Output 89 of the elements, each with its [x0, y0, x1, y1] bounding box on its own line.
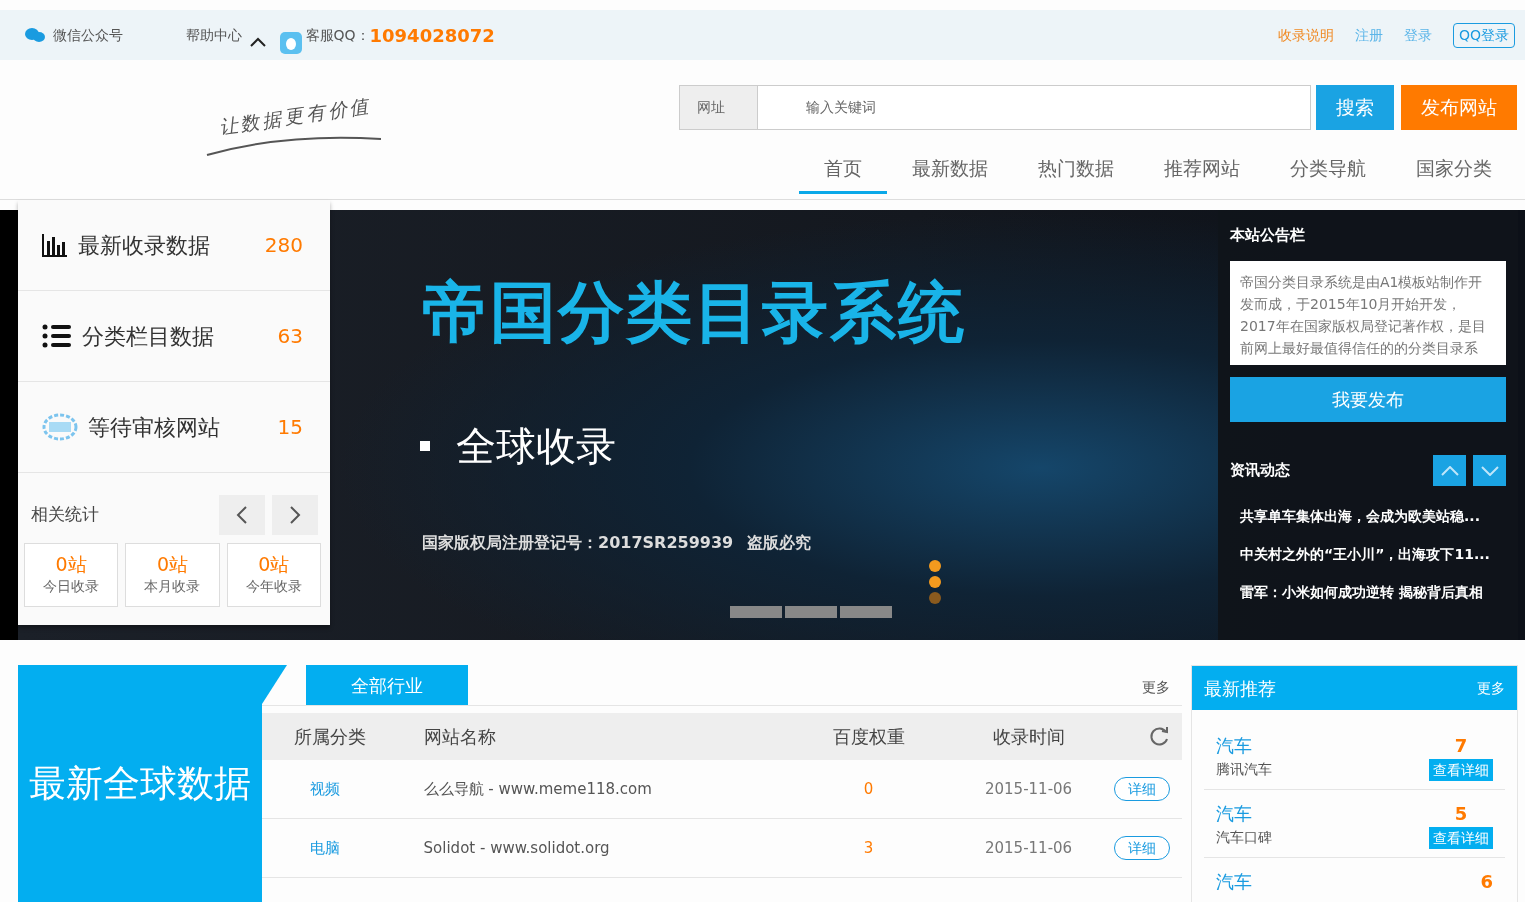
- details-button[interactable]: 详细: [1113, 836, 1170, 860]
- chevron-down-icon: [1480, 465, 1499, 476]
- search-field[interactable]: 网址 输入关键词: [679, 85, 1311, 130]
- stat-caption: 今年收录: [245, 576, 302, 596]
- wechat-icon: [24, 27, 46, 43]
- slogan-text: 让数据更有价值: [216, 93, 374, 140]
- nav-tab[interactable]: 热门数据: [1013, 150, 1139, 194]
- notice-text: 帝国分类目录系统是由A1模板站制作开发而成，于2015年10月开始开发，2017年在国家版权局登记著作权，是目前网上最好最值得信任的的分类目录系: [1230, 260, 1506, 365]
- stat-caption: 今日收录: [43, 576, 100, 596]
- search-button[interactable]: 搜索: [1316, 85, 1394, 130]
- banner-title: 帝国分类目录系统: [422, 280, 967, 346]
- score-value: 6: [1480, 870, 1493, 894]
- category-tab[interactable]: 全部行业: [305, 665, 468, 705]
- site-name: 么么导航 - www.meme118.com: [423, 779, 652, 798]
- qq-login-button[interactable]: QQ登录: [1452, 22, 1515, 48]
- top-link[interactable]: 登录: [1403, 24, 1432, 46]
- nav-tab[interactable]: 国家分类: [1391, 150, 1517, 194]
- column-header: 网站名称: [423, 725, 497, 749]
- next-button[interactable]: [272, 495, 318, 535]
- column-header: 所属分类: [293, 725, 367, 749]
- more-link[interactable]: 更多: [1477, 677, 1505, 699]
- chevron-right-icon: [289, 505, 301, 525]
- caret-up-icon: [250, 37, 266, 47]
- weight-value: 0: [863, 779, 874, 798]
- banner-subtitle: 全球收录: [456, 422, 616, 471]
- score-value: 5: [1454, 802, 1468, 826]
- more-link[interactable]: 更多: [1141, 677, 1170, 698]
- stat-value: 0站: [156, 553, 189, 576]
- chevron-left-icon: [236, 505, 248, 525]
- stat-caption: 本月收录: [144, 576, 201, 596]
- stat-count: 63: [277, 323, 303, 350]
- search-scope-select[interactable]: 网址: [680, 86, 758, 129]
- publish-button[interactable]: 我要发布: [1230, 376, 1506, 422]
- category-link[interactable]: 电脑: [309, 838, 340, 857]
- qq-icon: [280, 32, 302, 54]
- stats-title: 相关统计: [31, 503, 99, 527]
- section-heading: 最新全球数据: [28, 760, 251, 807]
- stat-value: 0站: [258, 553, 290, 576]
- date-text: 2015-11-06: [985, 838, 1073, 857]
- category-link[interactable]: 汽车: [1215, 800, 1272, 827]
- bar-chart-icon: [42, 233, 68, 257]
- category-link[interactable]: 汽车: [1215, 732, 1272, 759]
- wechat-link[interactable]: 微信公众号: [53, 24, 123, 46]
- help-link[interactable]: 帮助中心: [186, 24, 242, 46]
- publish-site-button[interactable]: 发布网站: [1401, 85, 1517, 130]
- nav-tab[interactable]: 首页: [799, 150, 887, 194]
- nav-tab[interactable]: 分类导航: [1265, 150, 1391, 194]
- qq-number: 1094028072: [369, 23, 495, 48]
- category-link[interactable]: 视频: [309, 779, 340, 798]
- top-link[interactable]: 收录说明: [1277, 24, 1334, 46]
- recommend-title: 最新推荐: [1203, 676, 1276, 701]
- news-title: 资讯动态: [1230, 459, 1290, 481]
- score-value: 7: [1454, 734, 1468, 758]
- qq-label: 客服QQ：: [305, 25, 370, 45]
- site-name: 汽车口碑: [1215, 828, 1272, 847]
- nav-tab[interactable]: 推荐网站: [1139, 150, 1265, 194]
- notice-title: 本站公告栏: [1230, 225, 1306, 246]
- news-link[interactable]: 雷军：小米如何成功逆转 揭秘背后真相: [1230, 581, 1506, 603]
- previous-button[interactable]: [219, 495, 265, 535]
- scroll-up-button[interactable]: [1433, 454, 1466, 486]
- scroll-down-button[interactable]: [1473, 454, 1506, 486]
- column-header: 百度权重: [831, 725, 906, 749]
- stat-count: 15: [277, 414, 303, 441]
- category-link[interactable]: 汽车: [1215, 868, 1252, 895]
- list-icon: [42, 324, 72, 348]
- dots-drawing: [928, 560, 942, 604]
- date-text: 2015-11-06: [985, 779, 1073, 798]
- top-link[interactable]: 注册: [1354, 24, 1383, 46]
- bullet-icon: [420, 441, 430, 451]
- view-details-button[interactable]: 查看详细: [1429, 759, 1493, 781]
- nav-tab[interactable]: 最新数据: [887, 150, 1013, 194]
- site-name: Solidot - www.solidot.org: [423, 838, 610, 857]
- column-header: 收录时间: [991, 725, 1066, 749]
- details-button[interactable]: 详细: [1113, 777, 1170, 801]
- stat-value: 0站: [55, 553, 87, 576]
- stamp-icon: [42, 413, 78, 441]
- refresh-icon[interactable]: [1147, 725, 1170, 748]
- stat-label: 分类栏目数据: [82, 322, 214, 351]
- stat-label: 最新收录数据: [78, 231, 210, 260]
- stat-label: 等待审核网站: [88, 413, 220, 442]
- stat-count: 280: [264, 232, 303, 259]
- site-name: 腾讯汽车: [1215, 760, 1272, 779]
- weight-value: 3: [863, 838, 874, 857]
- news-link[interactable]: 中关村之外的“王小川”，出海攻下11...: [1230, 543, 1506, 565]
- chevron-up-icon: [1440, 465, 1459, 476]
- piracy-warning: 盗版必究: [747, 532, 812, 554]
- view-details-button[interactable]: 查看详细: [1429, 827, 1493, 849]
- registration-text: 国家版权局注册登记号：2017SR259939: [422, 532, 734, 554]
- news-link[interactable]: 共享单车集体出海，会成为欧美站稳...: [1230, 505, 1506, 527]
